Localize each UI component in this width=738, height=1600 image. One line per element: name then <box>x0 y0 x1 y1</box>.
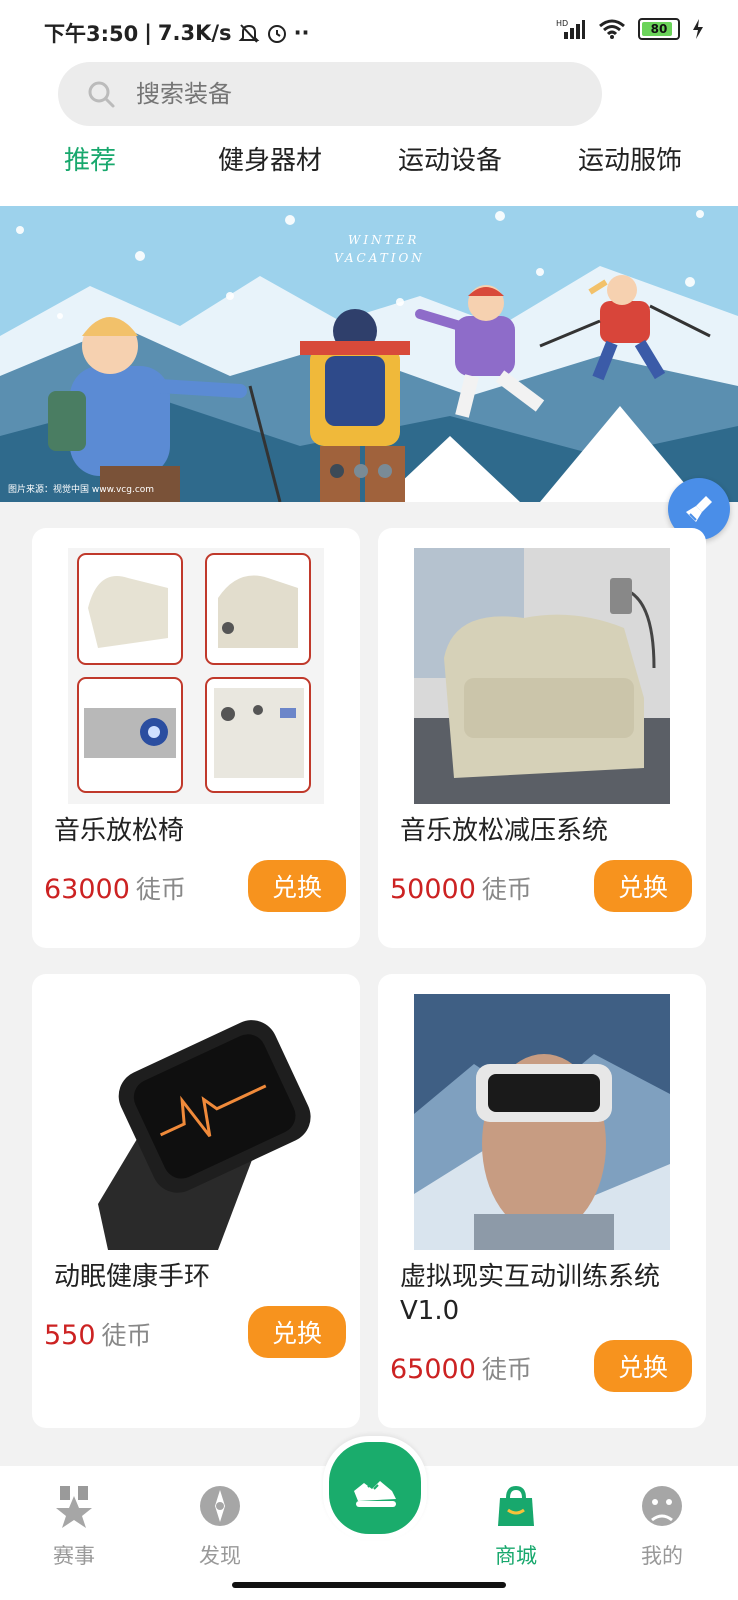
nav-discover[interactable]: 发现 <box>170 1484 270 1570</box>
charging-icon <box>693 19 703 39</box>
product-price: 50000 徒币 <box>390 874 532 905</box>
banner-page-dot-2[interactable] <box>354 464 368 478</box>
tab-recommended[interactable]: 推荐 <box>64 140 116 177</box>
product-card[interactable]: 动眠健康手环 550 徒币 兑换 <box>32 974 360 1428</box>
shopping-bag-icon <box>498 1485 534 1526</box>
tab-sportswear[interactable]: 运动服饰 <box>578 140 682 177</box>
exchange-button[interactable]: 兑换 <box>594 860 692 912</box>
product-image[interactable] <box>414 548 670 804</box>
product-card[interactable]: 虚拟现实互动训练系统V1.0 65000 徒币 兑换 <box>378 974 706 1428</box>
product-name: 虚拟现实互动训练系统V1.0 <box>400 1262 661 1326</box>
status-time: 下午3:50 <box>44 22 139 46</box>
product-card[interactable]: 音乐放松椅 63000 徒币 兑换 <box>32 528 360 948</box>
product-image[interactable] <box>414 994 670 1250</box>
svg-text:WINTER: WINTER <box>348 233 419 247</box>
search-bar[interactable] <box>58 62 602 126</box>
medal-icon <box>56 1486 92 1528</box>
center-run-button[interactable] <box>323 1436 427 1540</box>
nav-events[interactable]: 赛事 <box>24 1484 124 1570</box>
search-input[interactable] <box>134 79 518 109</box>
product-price: 63000 徒币 <box>44 874 186 905</box>
tab-fitness-equipment[interactable]: 健身器材 <box>218 140 322 177</box>
bell-muted-icon <box>238 24 259 43</box>
exchange-button[interactable]: 兑换 <box>594 1340 692 1392</box>
tab-sports-devices[interactable]: 运动设备 <box>398 140 502 177</box>
running-shoe-icon <box>354 1481 396 1507</box>
alarm-icon <box>267 25 286 43</box>
compass-icon <box>200 1486 240 1526</box>
broom-icon <box>686 496 712 522</box>
product-card[interactable]: 音乐放松减压系统 50000 徒币 兑换 <box>378 528 706 948</box>
product-name: 音乐放松减压系统 <box>400 816 609 846</box>
battery-indicator: 80 <box>638 18 680 40</box>
wifi-icon <box>599 19 625 39</box>
nav-mall[interactable]: 商城 <box>466 1484 566 1570</box>
nav-profile[interactable]: 我的 <box>612 1484 712 1570</box>
status-net-speed: 7.3K/s <box>157 21 232 45</box>
banner-pager <box>330 464 392 478</box>
product-image[interactable] <box>68 548 324 804</box>
category-tabs: 推荐 健身器材 运动设备 运动服饰 <box>0 140 738 190</box>
exchange-button[interactable]: 兑换 <box>248 1306 346 1358</box>
product-price: 550 徒币 <box>44 1320 152 1351</box>
banner-page-dot-3[interactable] <box>378 464 392 478</box>
banner-page-dot-1[interactable] <box>330 464 344 478</box>
promo-banner[interactable]: WINTER VACATION 图片来源：视觉中国 www.vcg.com <box>0 206 738 502</box>
product-image[interactable] <box>68 994 324 1250</box>
banner-winter-illustration: WINTER VACATION 图片来源：视觉中国 www.vcg.com <box>0 206 738 502</box>
exchange-button[interactable]: 兑换 <box>248 860 346 912</box>
product-price: 65000 徒币 <box>390 1354 532 1385</box>
home-indicator[interactable] <box>232 1582 506 1588</box>
product-name: 动眠健康手环 <box>54 1262 211 1292</box>
svg-text:VACATION: VACATION <box>334 251 425 265</box>
profile-icon <box>642 1486 682 1526</box>
svg-text:HD: HD <box>556 19 568 28</box>
cell-signal-icon: HD <box>556 19 585 39</box>
status-bar: 下午3:50 | 7.3K/s ·· HD 80 <box>0 0 738 62</box>
svg-text:图片来源：视觉中国 www.vcg.com: 图片来源：视觉中国 www.vcg.com <box>8 483 154 495</box>
product-name: 音乐放松椅 <box>54 816 185 846</box>
search-icon <box>88 81 115 108</box>
